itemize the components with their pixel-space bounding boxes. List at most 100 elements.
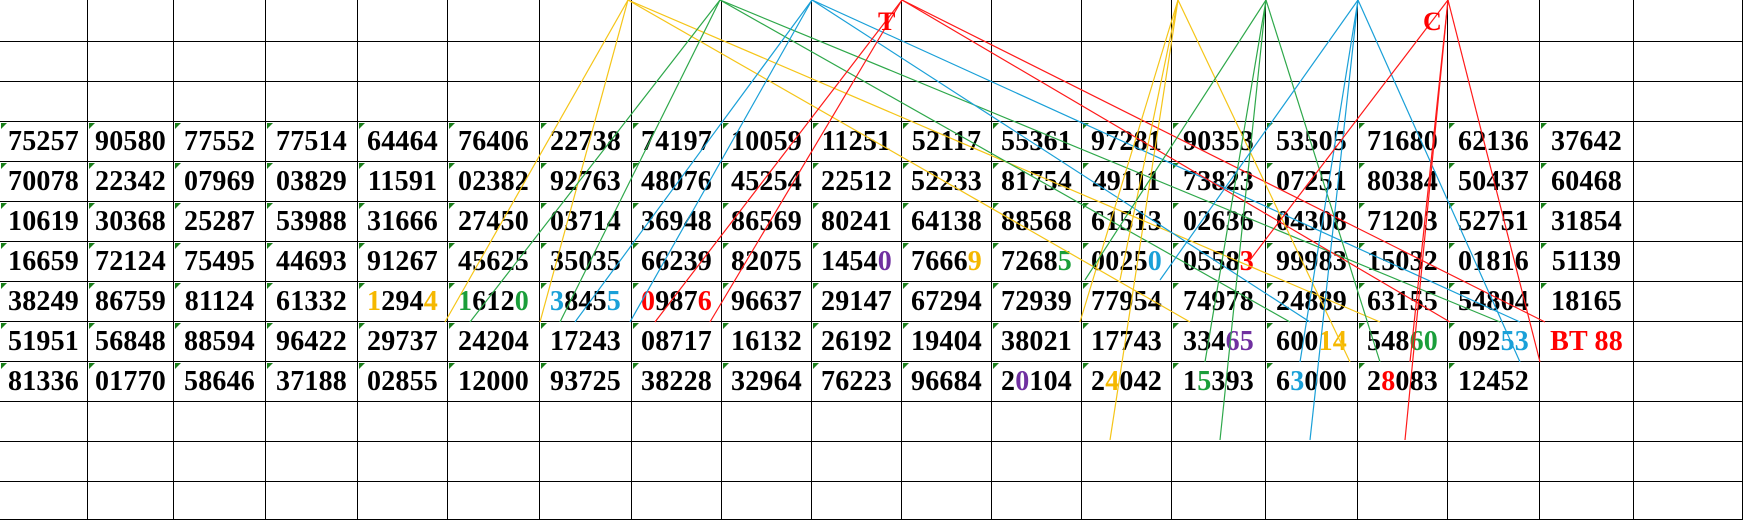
grid-cell-number[interactable]: 49111 <box>1082 162 1172 202</box>
grid-cell[interactable] <box>722 42 812 82</box>
grid-cell-number[interactable]: 96684 <box>902 362 992 402</box>
grid-cell-number[interactable]: 22512 <box>812 162 902 202</box>
grid-cell-number[interactable]: 31854 <box>1540 202 1634 242</box>
grid-cell[interactable] <box>632 442 722 482</box>
grid-cell[interactable] <box>1358 42 1448 82</box>
grid-cell[interactable] <box>266 42 358 82</box>
grid-cell-number[interactable]: 76669 <box>902 242 992 282</box>
grid-cell-number[interactable]: 20104 <box>992 362 1082 402</box>
grid-cell-number[interactable]: 14540 <box>812 242 902 282</box>
grid-cell[interactable] <box>1172 82 1266 122</box>
grid-cell[interactable] <box>1358 442 1448 482</box>
grid-cell-number[interactable]: 53505 <box>1266 122 1358 162</box>
grid-cell[interactable] <box>1540 482 1634 520</box>
grid-cell-number[interactable]: 81336 <box>0 362 88 402</box>
grid-cell[interactable] <box>88 442 174 482</box>
grid-cell[interactable] <box>902 42 992 82</box>
grid-cell[interactable] <box>448 0 540 42</box>
grid-cell[interactable] <box>1358 0 1448 42</box>
grid-cell[interactable] <box>1358 82 1448 122</box>
grid-cell[interactable] <box>1634 442 1743 482</box>
grid-cell[interactable] <box>902 0 992 42</box>
grid-cell[interactable] <box>1540 362 1634 402</box>
grid-cell[interactable] <box>540 42 632 82</box>
grid-cell-number[interactable]: 64138 <box>902 202 992 242</box>
grid-cell[interactable] <box>358 402 448 442</box>
grid-cell-number[interactable]: 54804 <box>1448 282 1540 322</box>
grid-cell[interactable] <box>722 442 812 482</box>
grid-cell[interactable] <box>0 82 88 122</box>
grid-cell-number[interactable]: 24889 <box>1266 282 1358 322</box>
grid-cell[interactable] <box>0 42 88 82</box>
grid-cell[interactable] <box>1266 82 1358 122</box>
grid-cell-number[interactable]: 17243 <box>540 322 632 362</box>
grid-cell-number[interactable]: 52751 <box>1448 202 1540 242</box>
grid-cell[interactable] <box>358 42 448 82</box>
grid-cell-number[interactable]: 00250 <box>1082 242 1172 282</box>
grid-cell[interactable] <box>1082 42 1172 82</box>
grid-cell[interactable] <box>1634 282 1743 322</box>
grid-cell-number[interactable]: 76223 <box>812 362 902 402</box>
grid-cell[interactable] <box>632 482 722 520</box>
grid-cell-number[interactable]: 38455 <box>540 282 632 322</box>
grid-cell-number[interactable]: 63000 <box>1266 362 1358 402</box>
grid-cell-number[interactable]: 80241 <box>812 202 902 242</box>
grid-cell[interactable] <box>174 0 266 42</box>
grid-cell-number[interactable]: 71203 <box>1358 202 1448 242</box>
grid-cell[interactable] <box>174 482 266 520</box>
grid-cell-number[interactable]: 28083 <box>1358 362 1448 402</box>
grid-cell[interactable] <box>992 42 1082 82</box>
grid-cell[interactable] <box>1540 42 1634 82</box>
grid-cell-number[interactable]: 09253 <box>1448 322 1540 362</box>
grid-cell[interactable] <box>1266 42 1358 82</box>
grid-cell-number[interactable]: 61513 <box>1082 202 1172 242</box>
grid-cell[interactable] <box>992 82 1082 122</box>
grid-cell-number[interactable]: 16659 <box>0 242 88 282</box>
grid-cell[interactable] <box>632 402 722 442</box>
grid-cell-number[interactable]: 16132 <box>722 322 812 362</box>
grid-cell-number[interactable]: 51951 <box>0 322 88 362</box>
grid-cell-number[interactable]: 16120 <box>448 282 540 322</box>
grid-cell-number[interactable]: 53988 <box>266 202 358 242</box>
grid-cell-number[interactable]: 26192 <box>812 322 902 362</box>
grid-cell-number[interactable]: 29737 <box>358 322 448 362</box>
grid-cell[interactable] <box>1448 402 1540 442</box>
grid-cell-number[interactable]: 76406 <box>448 122 540 162</box>
grid-cell-number[interactable]: 12452 <box>1448 362 1540 402</box>
grid-cell[interactable] <box>1082 402 1172 442</box>
grid-cell-number[interactable]: 01816 <box>1448 242 1540 282</box>
grid-cell-number[interactable]: 74197 <box>632 122 722 162</box>
grid-cell[interactable] <box>992 442 1082 482</box>
grid-cell[interactable] <box>1266 482 1358 520</box>
grid-cell-number[interactable]: 22738 <box>540 122 632 162</box>
grid-cell-number[interactable]: 72124 <box>88 242 174 282</box>
grid-cell-number[interactable]: 27450 <box>448 202 540 242</box>
grid-cell-number[interactable]: 15032 <box>1358 242 1448 282</box>
grid-cell[interactable] <box>266 0 358 42</box>
grid-cell-number[interactable]: 96637 <box>722 282 812 322</box>
grid-cell[interactable] <box>812 0 902 42</box>
grid-cell-number[interactable]: 05583 <box>1172 242 1266 282</box>
grid-cell[interactable] <box>722 402 812 442</box>
grid-cell-number[interactable]: 86569 <box>722 202 812 242</box>
grid-cell[interactable] <box>1266 442 1358 482</box>
grid-cell[interactable] <box>358 0 448 42</box>
grid-cell-number[interactable]: 67294 <box>902 282 992 322</box>
grid-cell-number[interactable]: 32964 <box>722 362 812 402</box>
grid-cell-number[interactable]: 17743 <box>1082 322 1172 362</box>
grid-cell[interactable] <box>1448 482 1540 520</box>
grid-cell-number[interactable]: 70078 <box>0 162 88 202</box>
grid-cell[interactable] <box>1172 442 1266 482</box>
grid-cell[interactable] <box>1172 402 1266 442</box>
grid-cell[interactable] <box>448 82 540 122</box>
grid-cell[interactable] <box>358 442 448 482</box>
grid-cell[interactable] <box>266 402 358 442</box>
grid-cell-number[interactable]: 37642 <box>1540 122 1634 162</box>
grid-cell-number[interactable]: 18165 <box>1540 282 1634 322</box>
grid-cell-number[interactable]: 60014 <box>1266 322 1358 362</box>
grid-cell-number[interactable]: 77552 <box>174 122 266 162</box>
grid-cell-number[interactable]: 08717 <box>632 322 722 362</box>
grid-cell[interactable] <box>1634 362 1743 402</box>
grid-cell[interactable] <box>1540 442 1634 482</box>
grid-cell[interactable] <box>992 0 1082 42</box>
